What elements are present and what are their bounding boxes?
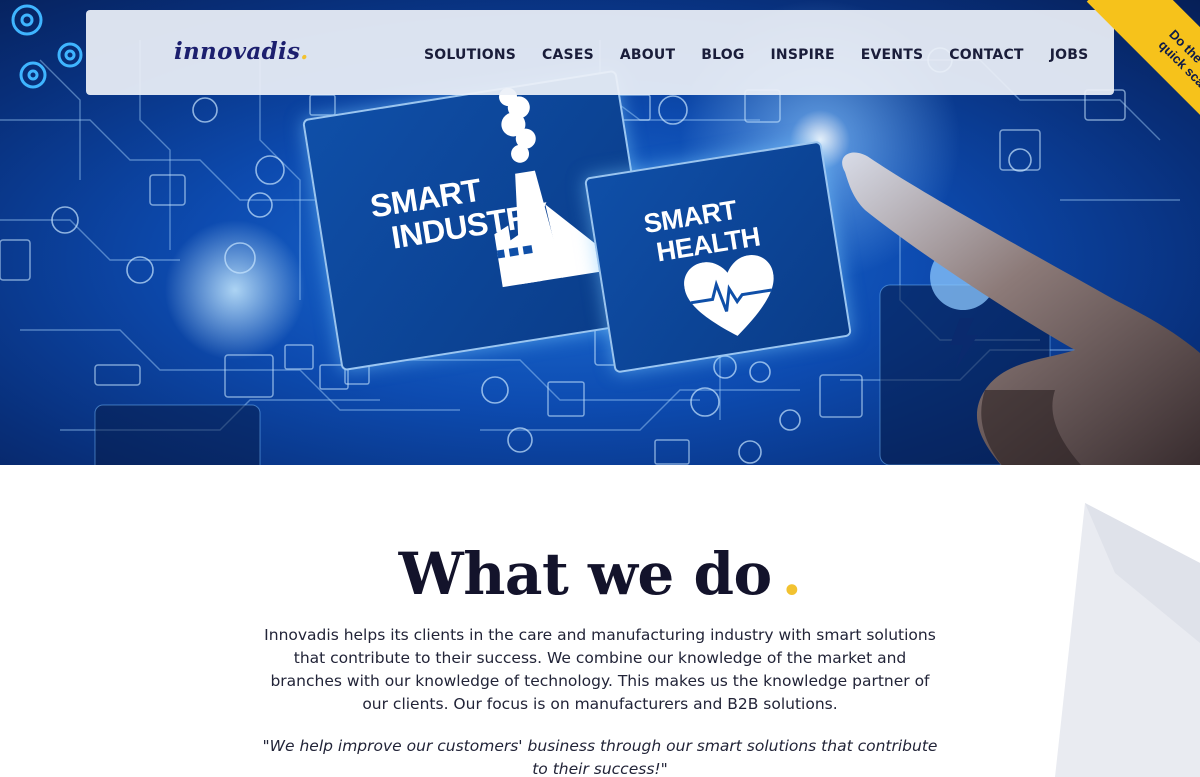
top-navigation-bar: innovadis. SOLUTIONS CASES ABOUT BLOG IN…: [86, 10, 1114, 95]
section-quote: "We help improve our customers' business…: [262, 737, 938, 777]
section-title-text: What we do: [398, 540, 773, 608]
what-we-do-section: What we do. Innovadis helps its clients …: [0, 465, 1200, 777]
pim-quick-scan-ribbon[interactable]: Do the PIM quick scan: [1050, 0, 1200, 150]
nav-cases[interactable]: CASES: [542, 47, 594, 63]
nav-blog[interactable]: BLOG: [701, 47, 744, 63]
nav-solutions[interactable]: SOLUTIONS: [424, 47, 516, 63]
innovadis-logo[interactable]: innovadis.: [174, 38, 309, 65]
section-intro: Innovadis helps its clients in the care …: [264, 626, 936, 713]
pointing-hand: [842, 152, 1200, 465]
logo-text: innovadis: [174, 38, 301, 65]
smart-health-tile: SMART HEALTH: [583, 140, 853, 374]
ribbon-band: Do the PIM quick scan: [1086, 0, 1200, 150]
nav-inspire[interactable]: INSPIRE: [771, 47, 835, 63]
logo-dot: .: [300, 38, 309, 65]
heart-pulse-icon: [684, 254, 774, 336]
section-title: What we do.: [0, 540, 1200, 608]
main-menu: SOLUTIONS CASES ABOUT BLOG INSPIRE EVENT…: [424, 47, 1114, 63]
nav-about[interactable]: ABOUT: [620, 47, 675, 63]
section-title-dot: .: [781, 540, 802, 608]
nav-events[interactable]: EVENTS: [861, 47, 924, 63]
nav-contact[interactable]: CONTACT: [949, 47, 1023, 63]
